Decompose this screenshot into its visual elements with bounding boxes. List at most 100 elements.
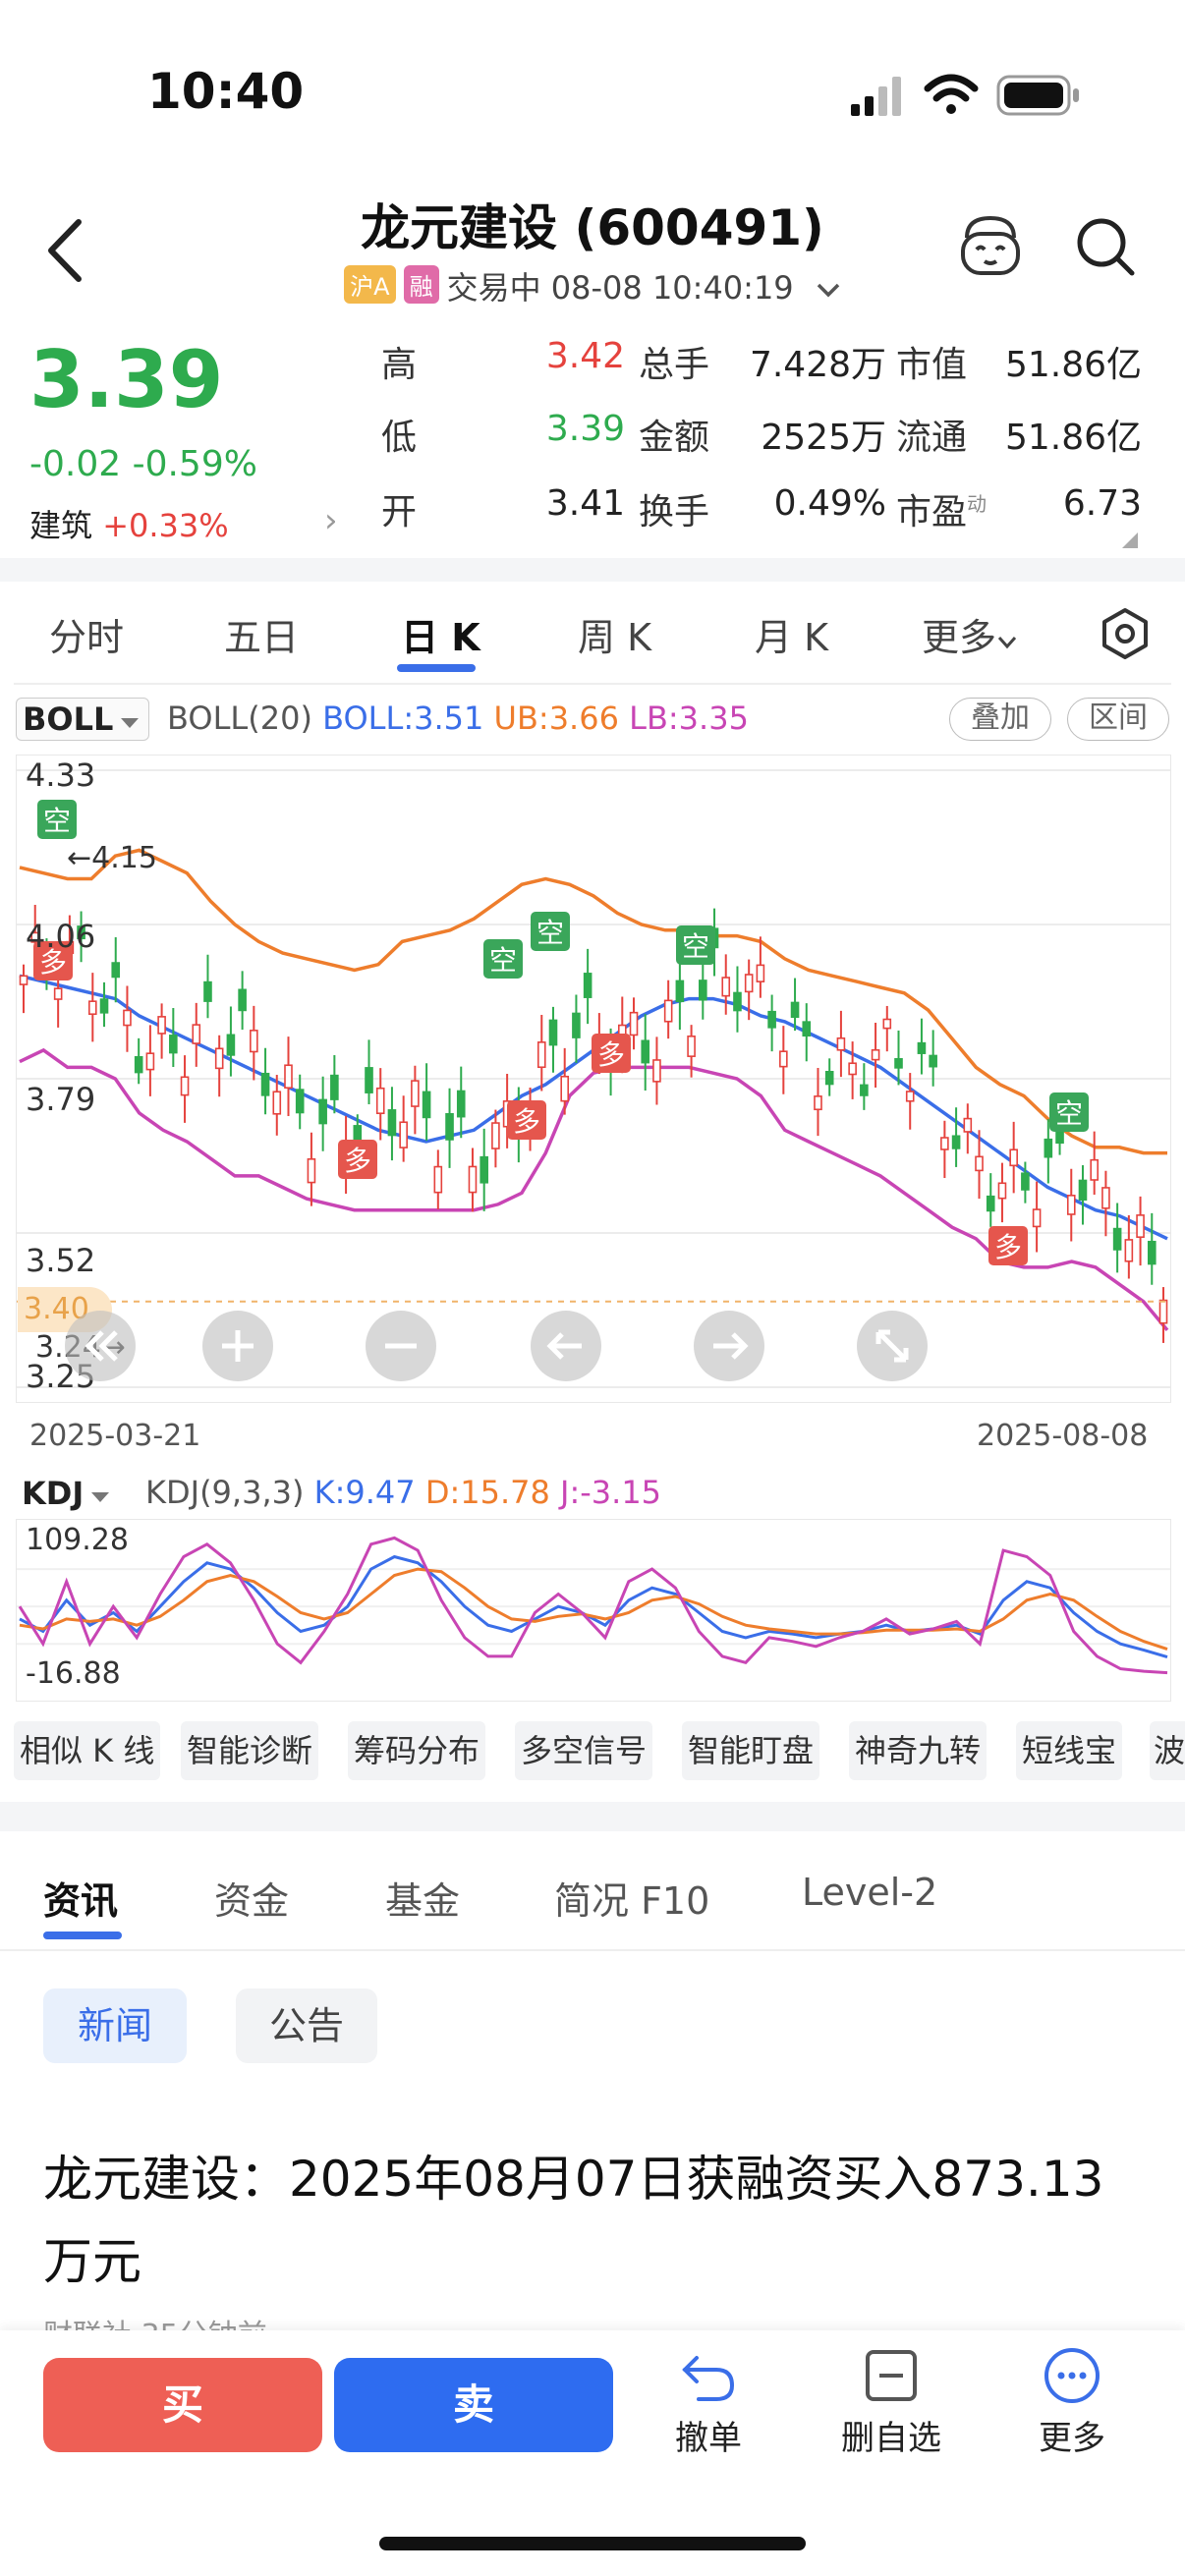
tool-smart-diagnosis[interactable]: 智能诊断 xyxy=(181,1721,319,1780)
mcap-label: 市值 xyxy=(896,345,968,385)
sub-indicator-select[interactable]: KDJ xyxy=(16,1474,126,1513)
tool-magic-nine[interactable]: 神奇九转 xyxy=(849,1721,988,1780)
sub-indicator-name: KDJ xyxy=(22,1475,85,1512)
tool-smart-watch[interactable]: 智能盯盘 xyxy=(682,1721,820,1780)
chart-start-date: 2025-03-21 xyxy=(29,1419,201,1453)
buy-button[interactable]: 买 xyxy=(43,2358,322,2452)
robot-assistant-icon[interactable] xyxy=(957,212,1024,279)
kdj-params: KDJ(9,3,3) xyxy=(145,1474,305,1511)
zoom-out-button[interactable] xyxy=(364,1309,438,1383)
sector-link[interactable]: 建筑 +0.33% xyxy=(29,501,229,546)
section-divider xyxy=(0,1802,1185,1831)
search-icon[interactable] xyxy=(1073,214,1138,279)
y-axis-label: 4.33 xyxy=(26,756,96,794)
pan-left-button[interactable] xyxy=(529,1309,603,1383)
y-axis-label: 4.06 xyxy=(26,918,96,955)
trading-status: 交易中 xyxy=(446,269,541,307)
tab-active-indicator xyxy=(43,1932,122,1939)
cancel-order-button[interactable]: 撤单 xyxy=(635,2338,782,2476)
status-bar: 10:40 xyxy=(0,0,1185,177)
section-divider xyxy=(0,558,1185,582)
low-label: 低 xyxy=(381,418,418,458)
subtab-news[interactable]: 新闻 xyxy=(43,1988,187,2063)
pe-label-text: 市盈 xyxy=(896,492,968,532)
sell-button[interactable]: 卖 xyxy=(334,2358,613,2452)
max-price-marker: ←4.15 xyxy=(67,841,157,875)
turnover-label: 换手 xyxy=(639,492,710,532)
y-axis-label: 3.52 xyxy=(26,1242,96,1279)
range-button[interactable]: 区间 xyxy=(1067,698,1169,741)
tool-more-partial[interactable]: 波 xyxy=(1150,1721,1185,1780)
home-indicator xyxy=(379,2537,806,2550)
expand-corner-icon[interactable] xyxy=(1120,531,1140,550)
boll-ub-value: UB:3.66 xyxy=(493,700,619,737)
kdj-j-value: J:-3.15 xyxy=(560,1474,662,1511)
tab-news[interactable]: 资讯 xyxy=(43,1871,118,1925)
float-value: 51.86亿 xyxy=(1004,418,1142,458)
float-label: 流通 xyxy=(896,418,968,458)
main-indicator-select[interactable]: BOLL xyxy=(16,698,149,741)
tab-week-k[interactable]: 周 K xyxy=(578,607,651,661)
remove-watchlist-label: 删自选 xyxy=(841,2419,941,2458)
zoom-in-button[interactable] xyxy=(200,1309,275,1383)
more-label: 更多 xyxy=(1039,2419,1105,2458)
quote-datetime: 08-08 10:40:19 xyxy=(550,269,794,307)
chevron-right-icon[interactable]: › xyxy=(324,501,338,540)
tool-chip-distribution[interactable]: 筹码分布 xyxy=(348,1721,486,1780)
more-icon xyxy=(1044,2348,1100,2403)
subtab-notice[interactable]: 公告 xyxy=(236,1988,377,2063)
tool-short-line[interactable]: 短线宝 xyxy=(1016,1721,1123,1780)
undo-icon xyxy=(682,2356,735,2401)
caret-down-icon xyxy=(121,718,140,728)
tab-more-label: 更多 xyxy=(922,616,997,659)
status-time: 10:40 xyxy=(147,63,305,120)
remove-watchlist-icon xyxy=(866,2350,917,2401)
pan-right-button[interactable] xyxy=(692,1309,766,1383)
high-value: 3.42 xyxy=(545,336,625,376)
boll-lb-value: LB:3.35 xyxy=(629,700,749,737)
caret-down-icon xyxy=(91,1492,110,1502)
market-tag: 沪A xyxy=(344,265,396,304)
kdj-k-value: K:9.47 xyxy=(313,1474,416,1511)
tab-more[interactable]: 更多 xyxy=(922,607,1018,661)
signal-icon xyxy=(851,77,901,116)
battery-icon xyxy=(996,75,1079,116)
fullscreen-button[interactable] xyxy=(855,1309,930,1383)
chevron-down-icon xyxy=(817,283,840,298)
low-value: 3.39 xyxy=(545,409,625,449)
open-label: 开 xyxy=(381,492,418,532)
remove-watchlist-button[interactable]: 删自选 xyxy=(818,2338,965,2476)
tab-active-indicator xyxy=(397,664,476,672)
pe-label: 市盈动 xyxy=(896,483,987,534)
tab-capital[interactable]: 资金 xyxy=(214,1871,289,1925)
tab-profile-f10[interactable]: 简况 F10 xyxy=(554,1871,709,1925)
chevron-down-icon xyxy=(997,637,1017,649)
tab-month-k[interactable]: 月 K xyxy=(755,607,828,661)
tab-intraday[interactable]: 分时 xyxy=(49,607,124,661)
mcap-value: 51.86亿 xyxy=(1004,345,1142,385)
y-axis-label: 3.79 xyxy=(26,1081,96,1118)
tab-day-k[interactable]: 日 K xyxy=(401,607,480,661)
boll-mid-value: BOLL:3.51 xyxy=(322,700,484,737)
news-headline[interactable]: 龙元建设：2025年08月07日获融资买入873.13万元 xyxy=(43,2138,1124,2303)
margin-tag: 融 xyxy=(403,265,439,304)
price-change: -0.02 -0.59% xyxy=(29,444,257,484)
kdj-y-top: 109.28 xyxy=(26,1523,129,1557)
tab-divider xyxy=(0,1949,1185,1951)
sector-name: 建筑 xyxy=(29,507,93,544)
volume-label: 总手 xyxy=(639,345,710,385)
settings-icon[interactable] xyxy=(1099,607,1152,660)
tool-bull-bear-signal[interactable]: 多空信号 xyxy=(515,1721,653,1780)
tab-funds[interactable]: 基金 xyxy=(385,1871,460,1925)
overlay-button[interactable]: 叠加 xyxy=(949,698,1051,741)
tool-similar-kline[interactable]: 相似 K 线 xyxy=(14,1721,161,1780)
open-value: 3.41 xyxy=(545,483,625,524)
tab-five-day[interactable]: 五日 xyxy=(224,607,299,661)
more-button[interactable]: 更多 xyxy=(998,2338,1146,2476)
tab-level2[interactable]: Level-2 xyxy=(802,1871,937,1914)
kdj-d-value: D:15.78 xyxy=(424,1474,550,1511)
current-price: 3.39 xyxy=(29,334,224,425)
rewind-button[interactable] xyxy=(63,1309,138,1383)
wifi-icon xyxy=(924,74,979,114)
main-indicator-name: BOLL xyxy=(23,700,114,738)
